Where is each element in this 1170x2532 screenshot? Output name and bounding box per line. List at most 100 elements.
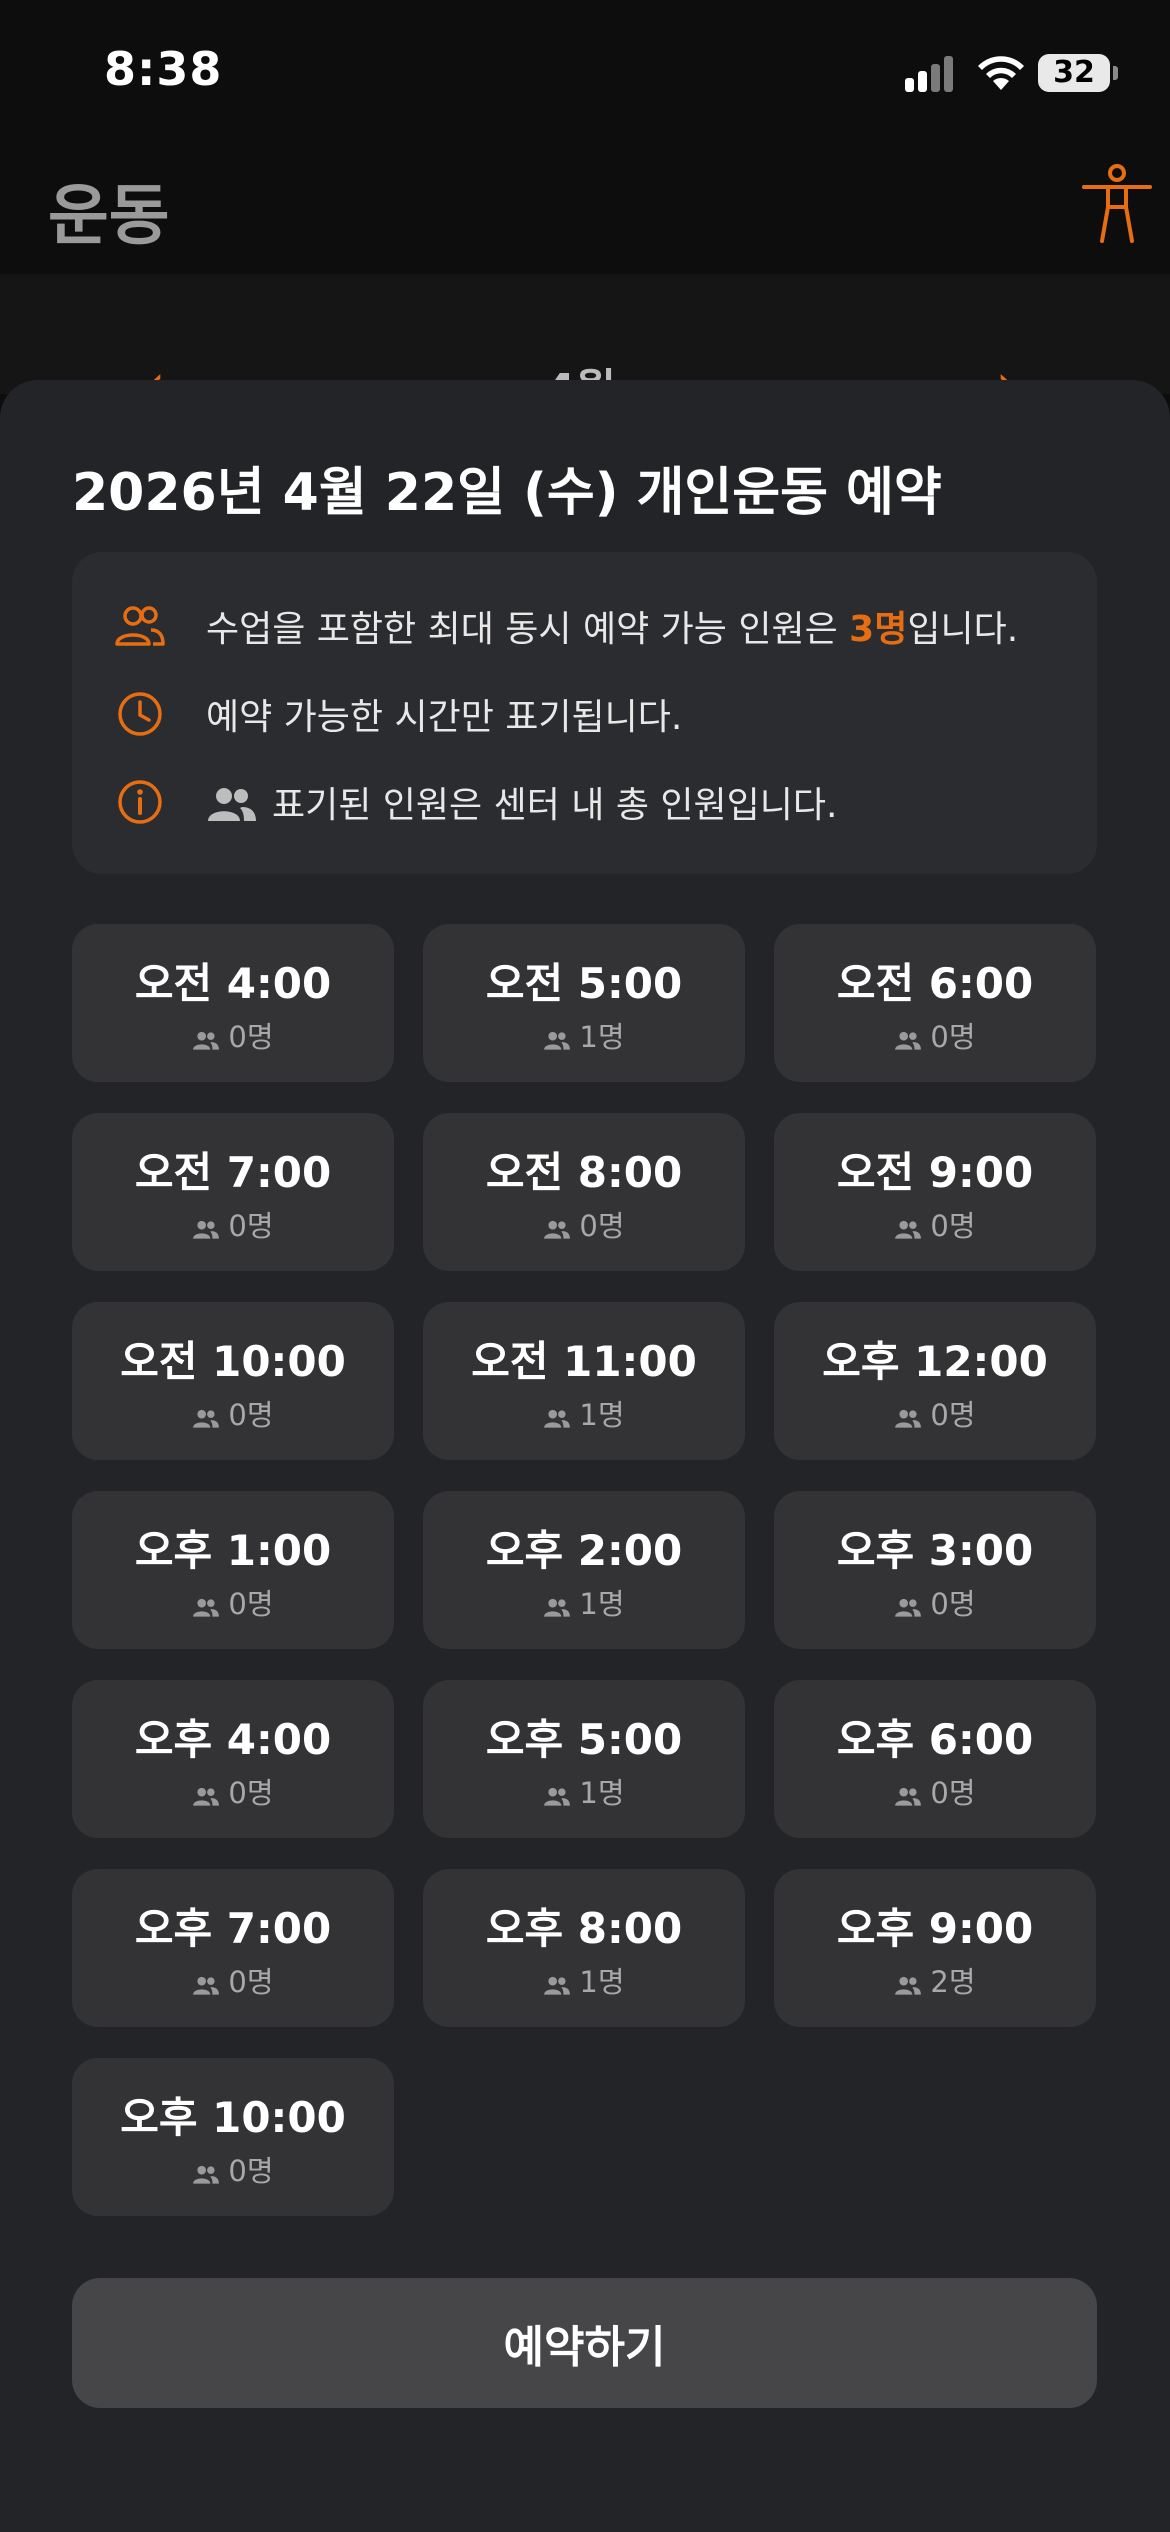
slot-time: 오후 8:00 <box>485 1904 683 1953</box>
info-box: 수업을 포함한 최대 동시 예약 가능 인원은 3명입니다. 예약 가능한 시간… <box>72 552 1097 874</box>
time-slot-button[interactable]: 오전 6:00 0명 <box>774 924 1096 1082</box>
slot-count: 1명 <box>423 1014 745 1056</box>
people-icon <box>193 1031 220 1050</box>
time-slot-button[interactable]: 오전 7:00 0명 <box>72 1113 394 1271</box>
slot-time: 오전 10:00 <box>120 1337 346 1386</box>
time-slot-button[interactable]: 오전 4:00 0명 <box>72 924 394 1082</box>
sheet-title: 2026년 4월 22일 (수) 개인운동 예약 <box>72 463 942 523</box>
people-icon <box>193 2165 220 2184</box>
slot-time: 오후 1:00 <box>134 1526 332 1575</box>
people-outline-icon <box>115 606 165 646</box>
time-slot-button[interactable]: 오전 11:00 1명 <box>423 1302 745 1460</box>
info-row-capacity: 수업을 포함한 최대 동시 예약 가능 인원은 3명입니다. <box>112 596 1018 656</box>
people-icon <box>544 1409 571 1428</box>
slot-time: 오전 6:00 <box>836 959 1034 1008</box>
time-slot-button[interactable]: 오전 5:00 1명 <box>423 924 745 1082</box>
time-slot-button[interactable]: 오후 4:00 0명 <box>72 1680 394 1838</box>
slot-time: 오후 7:00 <box>134 1904 332 1953</box>
people-icon <box>193 1787 220 1806</box>
people-icon <box>193 1976 220 1995</box>
people-icon <box>544 1031 571 1050</box>
page-title: 운동 <box>48 177 170 254</box>
battery-indicator: 32 <box>1038 54 1110 92</box>
slot-count: 0명 <box>72 1392 394 1434</box>
people-icon <box>895 1598 922 1617</box>
time-slot-button[interactable]: 오전 10:00 0명 <box>72 1302 394 1460</box>
status-time: 8:38 <box>104 42 223 96</box>
slot-time: 오전 5:00 <box>485 959 683 1008</box>
slot-count: 0명 <box>423 1203 745 1245</box>
slot-time: 오전 4:00 <box>134 959 332 1008</box>
slot-time: 오후 10:00 <box>120 2093 346 2142</box>
reserve-button[interactable]: 예약하기 <box>72 2278 1097 2408</box>
time-slot-button[interactable]: 오후 8:00 1명 <box>423 1869 745 2027</box>
slot-count: 0명 <box>774 1392 1096 1434</box>
battery-cap <box>1113 66 1118 80</box>
reservation-sheet: 2026년 4월 22일 (수) 개인운동 예약 수업을 포함한 최대 동시 예… <box>0 380 1170 2532</box>
slot-time: 오전 9:00 <box>836 1148 1034 1197</box>
slot-count: 0명 <box>72 1959 394 2001</box>
time-slot-button[interactable]: 오후 12:00 0명 <box>774 1302 1096 1460</box>
clock-icon <box>118 692 162 736</box>
time-slot-button[interactable]: 오전 9:00 0명 <box>774 1113 1096 1271</box>
slot-count: 0명 <box>72 1581 394 1623</box>
people-icon <box>895 1220 922 1239</box>
slot-time: 오전 11:00 <box>471 1337 697 1386</box>
people-icon <box>895 1976 922 1995</box>
slot-time: 오후 4:00 <box>134 1715 332 1764</box>
navigation-bar: 운동 <box>0 140 1170 275</box>
slot-time: 오전 8:00 <box>485 1148 683 1197</box>
slot-time: 오전 7:00 <box>134 1148 332 1197</box>
people-icon <box>544 1976 571 1995</box>
slot-count: 0명 <box>72 1770 394 1812</box>
status-bar: 8:38 32 <box>0 0 1170 140</box>
slot-count: 2명 <box>774 1959 1096 2001</box>
people-icon <box>193 1220 220 1239</box>
month-selector: ‹ 4월 › <box>0 274 1170 416</box>
slot-count: 0명 <box>72 1203 394 1245</box>
people-icon <box>895 1031 922 1050</box>
slot-count: 1명 <box>423 1770 745 1812</box>
time-slot-button[interactable]: 오후 10:00 0명 <box>72 2058 394 2216</box>
slot-time: 오후 9:00 <box>836 1904 1034 1953</box>
person-accessibility-icon[interactable] <box>1080 163 1154 245</box>
people-icon <box>208 788 256 821</box>
slot-count: 0명 <box>72 1014 394 1056</box>
info-text-capacity: 수업을 포함한 최대 동시 예약 가능 인원은 3명입니다. <box>206 609 1019 650</box>
slot-time: 오후 12:00 <box>822 1337 1048 1386</box>
wifi-icon <box>978 56 1024 90</box>
time-slot-button[interactable]: 오후 2:00 1명 <box>423 1491 745 1649</box>
slot-count: 0명 <box>774 1014 1096 1056</box>
time-slot-button[interactable]: 오후 1:00 0명 <box>72 1491 394 1649</box>
info-row-total: 표기된 인원은 센터 내 총 인원입니다. <box>112 772 837 832</box>
slot-count: 1명 <box>423 1959 745 2001</box>
people-icon <box>895 1409 922 1428</box>
people-icon <box>193 1409 220 1428</box>
slot-time: 오후 5:00 <box>485 1715 683 1764</box>
slot-count: 0명 <box>774 1581 1096 1623</box>
info-row-available: 예약 가능한 시간만 표기됩니다. <box>112 684 682 744</box>
people-icon <box>895 1787 922 1806</box>
capacity-highlight: 3명 <box>849 609 908 650</box>
slot-time: 오후 3:00 <box>836 1526 1034 1575</box>
time-slot-button[interactable]: 오후 7:00 0명 <box>72 1869 394 2027</box>
slot-count: 0명 <box>774 1770 1096 1812</box>
slot-time: 오후 6:00 <box>836 1715 1034 1764</box>
time-slot-button[interactable]: 오후 3:00 0명 <box>774 1491 1096 1649</box>
slot-count: 0명 <box>774 1203 1096 1245</box>
info-text-available: 예약 가능한 시간만 표기됩니다. <box>206 697 683 738</box>
info-icon <box>118 780 162 824</box>
time-slot-button[interactable]: 오전 8:00 0명 <box>423 1113 745 1271</box>
info-text-total: 표기된 인원은 센터 내 총 인원입니다. <box>206 776 837 828</box>
time-slot-button[interactable]: 오후 5:00 1명 <box>423 1680 745 1838</box>
people-icon <box>544 1598 571 1617</box>
slot-count: 0명 <box>72 2148 394 2190</box>
people-icon <box>544 1220 571 1239</box>
time-slot-button[interactable]: 오후 6:00 0명 <box>774 1680 1096 1838</box>
time-slot-button[interactable]: 오후 9:00 2명 <box>774 1869 1096 2027</box>
people-icon <box>193 1598 220 1617</box>
slot-time: 오후 2:00 <box>485 1526 683 1575</box>
cellular-signal-icon <box>905 56 955 92</box>
people-icon <box>544 1787 571 1806</box>
slot-count: 1명 <box>423 1392 745 1434</box>
